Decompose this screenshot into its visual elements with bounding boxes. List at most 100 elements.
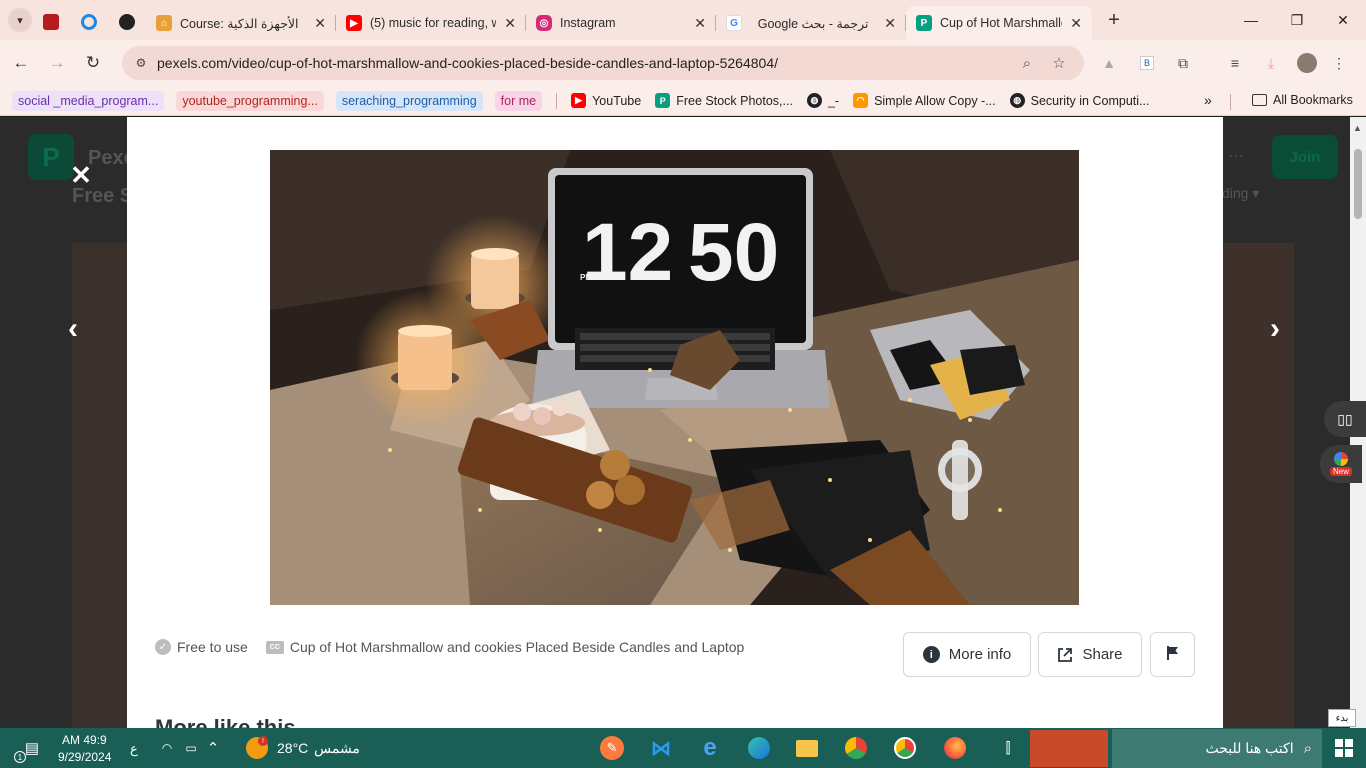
scroll-up-icon[interactable]: ▲: [1353, 123, 1362, 133]
tab-google-translate[interactable]: G ترجمة - بحث Google ✕: [716, 6, 906, 40]
search-icon: ⌕: [1303, 740, 1312, 757]
join-button: Join: [1272, 135, 1338, 179]
back-arrow-icon: ←: [12, 53, 30, 72]
bookmark-youtube[interactable]: ▶ YouTube: [571, 93, 641, 108]
chrome-profile-icon[interactable]: [842, 734, 870, 762]
pinned-tab-github[interactable]: [108, 7, 146, 37]
share-label: Share: [1082, 646, 1123, 663]
more-bookmarks-icon[interactable]: »: [1204, 92, 1212, 108]
profile-avatar[interactable]: [1294, 50, 1320, 76]
bookmark-folder-for-me[interactable]: for me: [494, 90, 543, 111]
media-control-icon[interactable]: ≡: [1222, 50, 1248, 76]
news-widget-thumbnail[interactable]: [1030, 730, 1108, 767]
tab-pexels-active[interactable]: P Cup of Hot Marshmallo ✕: [906, 6, 1092, 40]
tab-close-icon[interactable]: ✕: [504, 15, 516, 32]
clock-date[interactable]: 9/29/2024: [58, 750, 111, 764]
share-button[interactable]: Share: [1038, 632, 1142, 677]
report-button[interactable]: [1150, 632, 1195, 677]
tab-close-icon[interactable]: ✕: [1070, 15, 1082, 32]
forward-button[interactable]: →: [42, 48, 72, 78]
tab-strip: ▾ ⌂ Course: الأجهزة الذكية ✕ ▶ (5) music…: [0, 0, 1366, 40]
taskbar-search-box[interactable]: اكتب هنا للبحث ⌕: [1112, 729, 1322, 768]
address-bar[interactable]: ⚙ pexels.com/video/cup-of-hot-marshmallo…: [122, 46, 1084, 80]
scrollbar-thumb[interactable]: [1354, 149, 1362, 219]
globe-icon: ◍: [806, 93, 822, 108]
rainbow-icon: ◠: [853, 93, 869, 108]
bookmark-security[interactable]: ◍ Security in Computi...: [1009, 93, 1149, 108]
next-media-button[interactable]: ›: [1260, 312, 1290, 346]
battery-icon[interactable]: ▭: [177, 734, 205, 762]
tab-instagram[interactable]: ◎ Instagram ✕: [526, 6, 716, 40]
course-favicon-icon: ⌂: [156, 15, 172, 31]
tab-title: (5) music for reading, w: [370, 16, 497, 30]
url-text[interactable]: pexels.com/video/cup-of-hot-marshmallow-…: [157, 55, 778, 71]
laptop-clock-hour: 12: [582, 207, 673, 298]
zoom-icon[interactable]: ⌕: [1016, 52, 1038, 74]
new-tab-button[interactable]: +: [1100, 6, 1128, 34]
tab-close-icon[interactable]: ✕: [884, 15, 896, 32]
bookmark-folder-youtube[interactable]: youtube_programming...: [176, 90, 324, 111]
tab-close-icon[interactable]: ✕: [694, 15, 706, 32]
tab-search-button[interactable]: ▾: [8, 8, 32, 32]
edge-icon[interactable]: [745, 734, 773, 762]
search-placeholder: اكتب هنا للبحث: [1205, 740, 1294, 756]
reading-mode-button[interactable]: ▯▯: [1324, 401, 1366, 437]
pen-app-icon[interactable]: ✎: [598, 734, 626, 762]
previous-media-button[interactable]: ‹: [58, 312, 88, 346]
extension-b-icon[interactable]: B: [1134, 50, 1160, 76]
all-bookmarks-button[interactable]: All Bookmarks: [1252, 93, 1353, 107]
pinned-tab-1[interactable]: [32, 7, 70, 37]
video-preview[interactable]: 12 50 PM: [270, 150, 1079, 605]
reload-button[interactable]: ↻: [78, 48, 108, 78]
minimize-button[interactable]: —: [1228, 0, 1274, 40]
more-menu-icon: ···: [1228, 147, 1244, 164]
language-tooltip: بدء: [1328, 709, 1356, 727]
sidebar-widget-button[interactable]: New: [1320, 445, 1362, 483]
bookmark-unnamed[interactable]: ◍ _-: [806, 93, 840, 108]
download-icon[interactable]: ⤓: [1258, 50, 1284, 76]
media-caption: Cup of Hot Marshmallow and cookies Place…: [289, 639, 745, 655]
media-info-row: ✓ Free to use CC Cup of Hot Marshmallow …: [155, 639, 744, 655]
bookmark-folder-searching[interactable]: seraching_programming: [335, 90, 483, 111]
pexels-icon: P: [655, 93, 671, 108]
bookmark-pexels[interactable]: P Free Stock Photos,...: [655, 93, 793, 108]
instagram-icon: ◎: [536, 15, 552, 31]
tab-youtube-music[interactable]: ▶ (5) music for reading, w ✕: [336, 6, 526, 40]
laptop-clock-meridiem: PM: [580, 273, 592, 282]
internet-explorer-icon[interactable]: e: [696, 734, 724, 762]
task-view-icon[interactable]: ⫿: [994, 734, 1022, 762]
file-explorer-icon[interactable]: [793, 734, 821, 762]
bookmark-folder-social[interactable]: social _media_program...: [12, 90, 165, 111]
bookmark-label: _-: [827, 93, 840, 108]
window-close-button[interactable]: ✕: [1320, 0, 1366, 40]
extension-a-icon[interactable]: ▲: [1096, 50, 1122, 76]
weather-temp[interactable]: 28°C: [277, 740, 308, 756]
more-like-this-heading: More like this: [155, 715, 296, 728]
firefox-icon[interactable]: [941, 734, 969, 762]
weather-description[interactable]: مشمس: [314, 740, 360, 757]
bookmark-star-icon[interactable]: ☆: [1048, 52, 1070, 74]
tab-course[interactable]: ⌂ Course: الأجهزة الذكية ✕: [146, 6, 336, 40]
modal-close-button[interactable]: ✕: [66, 160, 96, 190]
browser-favicon-icon: [81, 14, 97, 30]
vscode-icon[interactable]: ⋈: [647, 734, 675, 762]
extensions-puzzle-icon[interactable]: ⧉: [1170, 50, 1196, 76]
site-info-icon[interactable]: ⚙: [130, 52, 152, 74]
restore-button[interactable]: ❐: [1274, 0, 1320, 40]
more-info-button[interactable]: i More info: [903, 632, 1031, 677]
browser-menu-icon[interactable]: ⋮: [1326, 50, 1352, 76]
google-icon: G: [726, 15, 742, 31]
back-button[interactable]: ←: [6, 48, 36, 78]
wifi-icon[interactable]: ◠: [153, 734, 181, 762]
clock-time[interactable]: AM 49:9: [62, 733, 107, 747]
youtube-icon: ▶: [346, 15, 362, 31]
free-to-use-label[interactable]: Free to use: [177, 639, 248, 655]
pinned-tab-2[interactable]: [70, 7, 108, 37]
tab-close-icon[interactable]: ✕: [314, 15, 326, 32]
media-modal: 12 50 PM ✓ Free to use CC Cup of Hot Mar…: [127, 117, 1223, 728]
start-button[interactable]: [1330, 734, 1358, 762]
input-language[interactable]: ع: [130, 741, 138, 757]
bookmark-simple-allow-copy[interactable]: ◠ Simple Allow Copy -...: [853, 93, 996, 108]
tab-title: Instagram: [560, 16, 616, 30]
chrome-icon-active[interactable]: [891, 734, 919, 762]
